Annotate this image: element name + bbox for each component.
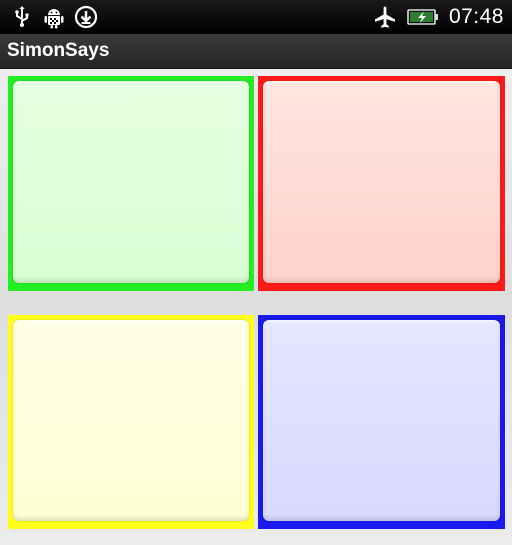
airplane-mode-icon: [373, 5, 397, 29]
usb-icon: [10, 5, 34, 29]
battery-charging-icon: [407, 5, 439, 29]
notification-icons: [10, 5, 98, 29]
blue-pad-button[interactable]: [258, 315, 505, 529]
system-icons: 07:48: [373, 5, 504, 29]
green-pad-face: [13, 81, 249, 283]
clock: 07:48: [448, 5, 504, 28]
green-pad-button[interactable]: [8, 76, 254, 291]
red-pad-button[interactable]: [258, 76, 505, 291]
yellow-pad-face: [13, 320, 249, 521]
blue-pad-face: [263, 320, 500, 521]
download-icon: [74, 5, 98, 29]
android-debug-icon: [42, 5, 66, 29]
status-bar: 07:48: [0, 0, 512, 34]
red-pad-face: [263, 81, 500, 283]
app-title: SimonSays: [7, 40, 110, 61]
app-title-bar: SimonSays: [0, 34, 512, 69]
yellow-pad-button[interactable]: [8, 315, 254, 529]
